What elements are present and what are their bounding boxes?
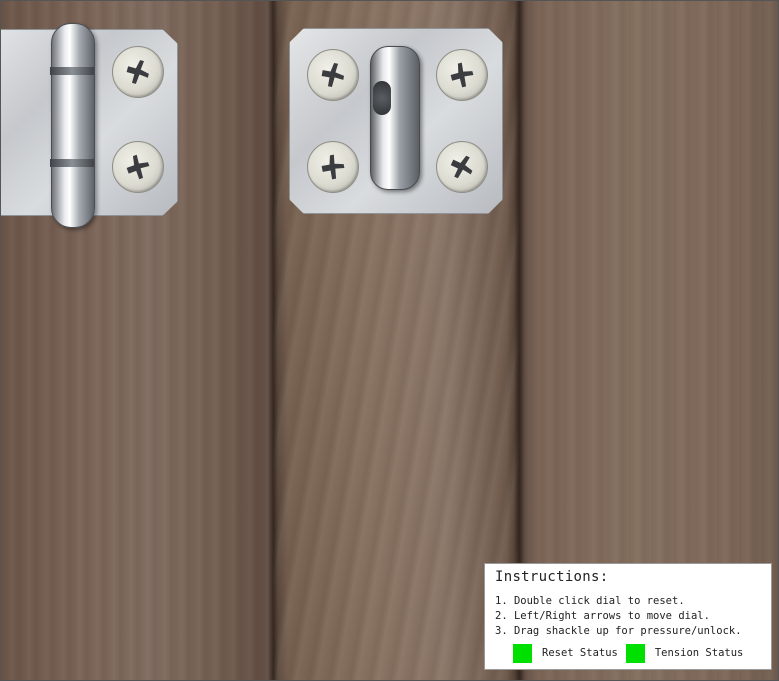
phillips-screw-icon xyxy=(112,46,164,98)
phillips-screw-icon xyxy=(436,141,488,193)
tension-status-indicator xyxy=(625,643,645,663)
reset-status-label: Reset Status xyxy=(542,647,618,659)
instructions-panel: Instructions: 1. Double click dial to re… xyxy=(484,563,772,670)
phillips-screw-icon xyxy=(436,49,488,101)
instruction-step: 3. Drag shackle up for pressure/unlock. xyxy=(495,625,742,637)
hinge-ring xyxy=(50,159,94,167)
instruction-step: 1. Double click dial to reset. xyxy=(495,595,685,607)
hinge-ring xyxy=(50,67,94,75)
phillips-screw-icon xyxy=(112,141,164,193)
phillips-screw-icon xyxy=(307,141,359,193)
plank-groove xyxy=(268,1,278,680)
tension-status-label: Tension Status xyxy=(654,647,744,659)
staple-eye xyxy=(373,81,391,115)
game-scene: Instructions: 1. Double click dial to re… xyxy=(0,0,779,681)
instruction-list: 1. Double click dial to reset. 2. Left/R… xyxy=(495,594,742,639)
instruction-step: 2. Left/Right arrows to move dial. xyxy=(495,610,710,622)
hinge-icon xyxy=(51,23,95,228)
phillips-screw-icon xyxy=(307,49,359,101)
hasp-staple-icon[interactable] xyxy=(370,46,420,190)
reset-status-indicator xyxy=(513,643,532,663)
instructions-title: Instructions: xyxy=(495,569,609,585)
status-row: Reset Status Tension Status xyxy=(513,643,751,663)
